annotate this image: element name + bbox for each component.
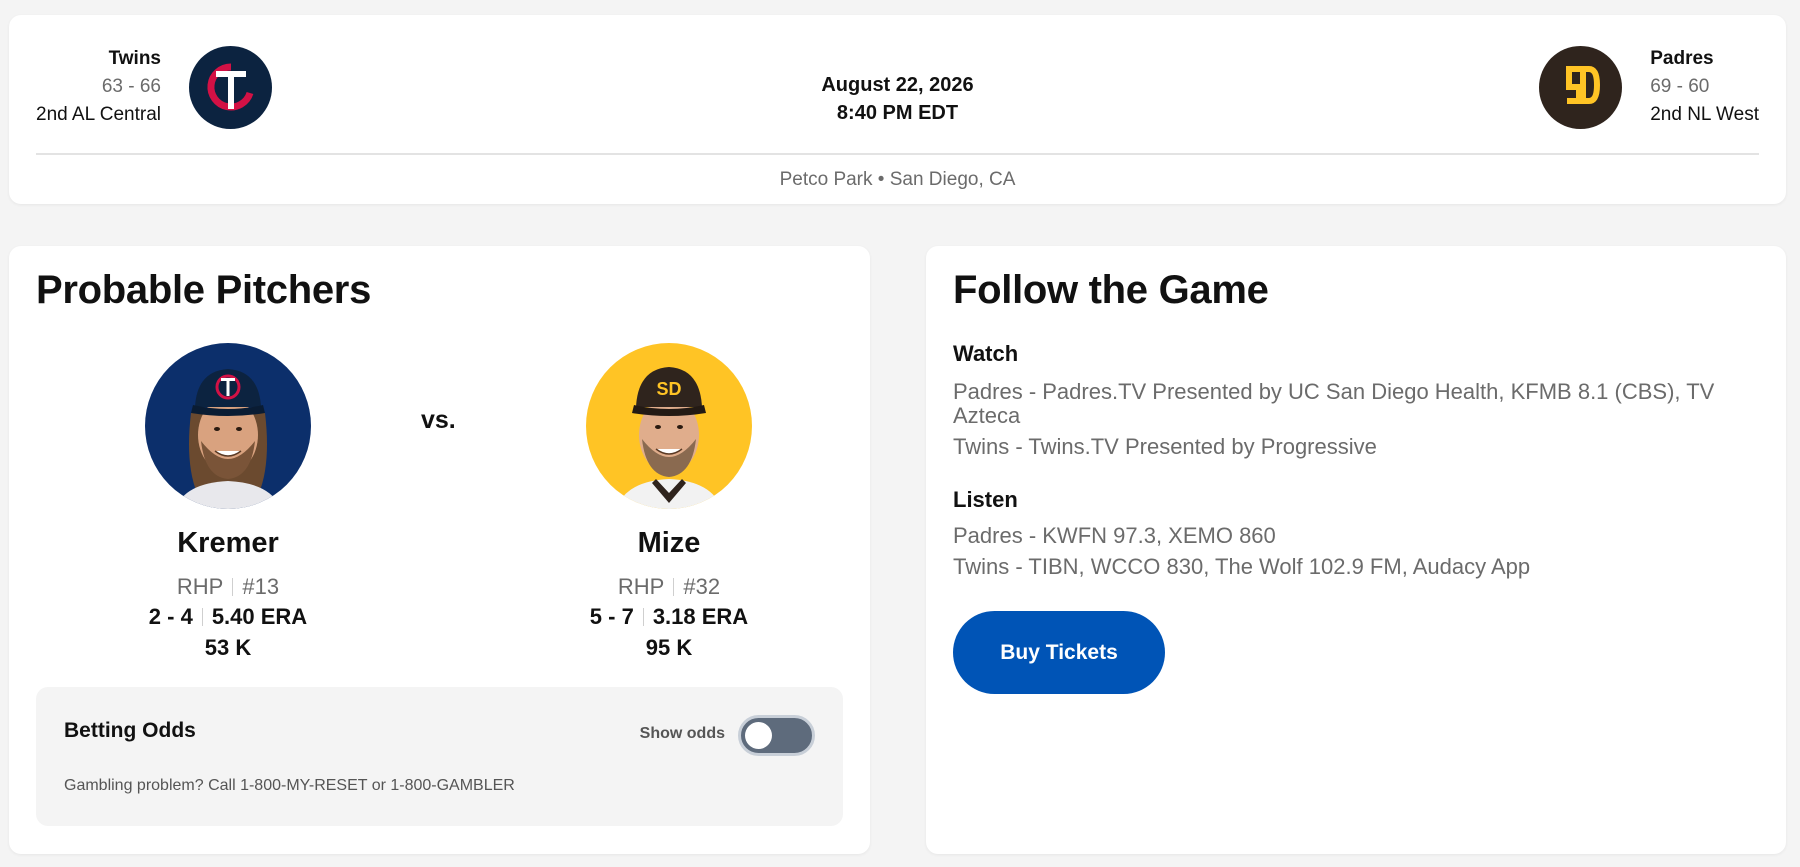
away-pitcher-stats: 2 - 4 5.40 ERA [98,601,358,632]
home-pitcher-name[interactable]: Mize [539,525,799,561]
away-pitcher-meta: RHP #13 [98,573,358,601]
away-pitcher-record: 2 - 4 [148,604,193,629]
away-pitcher-number: #13 [242,574,280,599]
venue: Petco Park • San Diego, CA [779,169,1016,190]
away-pitcher-strikeouts: 53 K [204,635,252,660]
separator [232,578,234,596]
svg-text:SD: SD [656,379,681,399]
watch-list: Padres - Padres.TV Presented by UC San D… [953,380,1759,466]
home-team-name: Padres [1650,48,1714,69]
betting-odds-title: Betting Odds [64,719,196,742]
home-pitcher-stats: 5 - 7 3.18 ERA [539,601,799,632]
away-team-name: Twins [108,48,161,69]
home-pitcher-era: 3.18 ERA [652,604,749,629]
probable-pitchers-title: Probable Pitchers [36,268,372,312]
listen-item-twins: Twins - TIBN, WCCO 830, The Wolf 102.9 F… [953,554,1531,579]
game-date: August 22, 2026 [821,74,974,96]
home-pitcher-record: 5 - 7 [589,604,634,629]
home-pitcher[interactable]: SD Mize RHP #32 5 - 7 3.18 ERA 95 K [539,343,799,663]
separator [673,578,675,596]
away-pitcher[interactable]: Kremer RHP #13 2 - 4 5.40 ERA 53 K [98,343,358,663]
toggle-knob [745,722,772,749]
home-pitcher-number: #32 [683,574,721,599]
kremer-headshot[interactable] [145,343,311,509]
listen-list: Padres - KWFN 97.3, XEMO 860 Twins - TIB… [953,524,1759,586]
home-team-standing: 2nd NL West [1650,104,1759,125]
home-team-info: Padres 69 - 60 2nd NL West [1650,45,1759,129]
watch-label: Watch [953,341,1019,366]
away-pitcher-name[interactable]: Kremer [98,525,358,561]
watch-item-padres: Padres - Padres.TV Presented by UC San D… [953,379,1715,428]
game-time: 8:40 PM EDT [836,102,959,124]
show-odds-label: Show odds [639,725,725,742]
header-divider [36,153,1759,155]
show-odds-toggle[interactable] [738,715,815,756]
home-team[interactable]: Padres 69 - 60 2nd NL West [1539,45,1759,129]
listen-item-padres: Padres - KWFN 97.3, XEMO 860 [953,523,1276,548]
padres-logo-icon[interactable] [1539,45,1623,129]
listen-label: Listen [953,487,1018,512]
mize-headshot[interactable]: SD [586,343,752,509]
home-pitcher-throws: RHP [617,574,665,599]
home-team-record: 69 - 60 [1650,76,1710,97]
follow-the-game-title: Follow the Game [953,268,1269,312]
watch-item-twins: Twins - Twins.TV Presented by Progressiv… [953,434,1377,459]
home-pitcher-strikeouts: 95 K [645,635,693,660]
game-header: Twins 63 - 66 2nd AL Central August 22, … [9,15,1786,204]
away-pitcher-throws: RHP [176,574,224,599]
separator [642,608,644,626]
game-datetime: August 22, 2026 8:40 PM EDT [9,71,1786,127]
probable-pitchers-card: Probable Pitchers Kremer RHP #13 2 - 4 5… [9,246,870,854]
away-pitcher-era: 5.40 ERA [211,604,308,629]
gambling-disclaimer: Gambling problem? Call 1-800-MY-RESET or… [64,777,515,794]
vs-label: vs. [421,406,456,434]
betting-odds-panel: Betting Odds Show odds Gambling problem?… [36,687,843,826]
home-pitcher-meta: RHP #32 [539,573,799,601]
buy-tickets-button[interactable]: Buy Tickets [953,611,1165,694]
follow-the-game-card: Follow the Game Watch Padres - Padres.TV… [926,246,1786,854]
separator [201,608,203,626]
